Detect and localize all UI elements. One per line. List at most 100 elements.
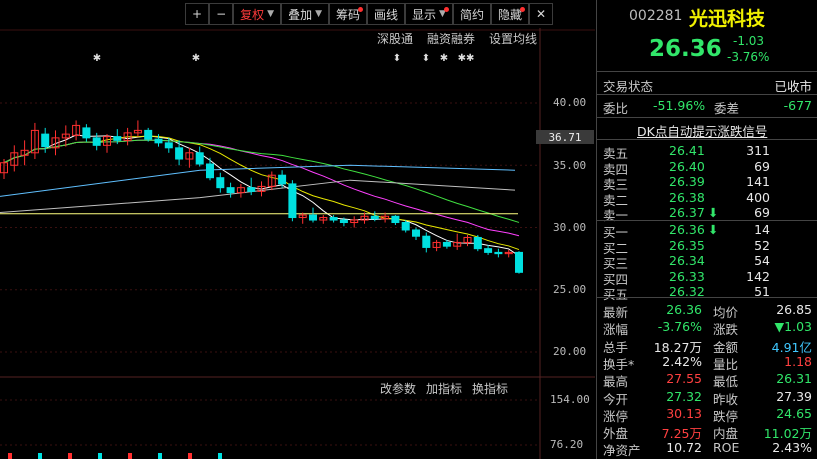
stat-label: 外盘: [603, 426, 629, 442]
order-book-row[interactable]: 卖三 26.39 141: [597, 174, 817, 192]
chart-link[interactable]: 融资融券: [427, 30, 475, 47]
chart-link[interactable]: 设置均线: [489, 30, 537, 47]
toolbar-button[interactable]: 画线: [367, 3, 406, 25]
toolbar-button[interactable]: 简约: [452, 3, 491, 25]
candle-body: [329, 217, 338, 221]
stat-value: -3.76%: [657, 319, 702, 335]
stat-row: 净资产 10.72 ROE 2.43%: [597, 440, 817, 459]
stat-label: 均价: [713, 305, 739, 320]
indicator-link[interactable]: 加指标: [426, 380, 462, 397]
candle-body: [473, 236, 482, 250]
last-price: 26.36: [649, 36, 722, 62]
stat-label: 净资产: [603, 443, 641, 459]
order-book-row[interactable]: 买五 26.32 51: [597, 284, 817, 302]
toolbar-button-label: 隐藏: [497, 7, 522, 22]
stat-label: 涨跌: [713, 322, 739, 338]
stat-value: ▼1.03: [774, 319, 812, 335]
stat-value: 26.36: [666, 302, 702, 317]
candle-body: [175, 147, 184, 160]
candle-body: [195, 152, 204, 165]
toolbar-button[interactable]: 叠加 ▼: [281, 3, 329, 25]
level-price: 26.41: [669, 143, 705, 158]
y-tick-label: 25.00: [553, 283, 587, 296]
volume-bar: [68, 453, 72, 459]
indicator-link[interactable]: 换指标: [472, 380, 508, 397]
toolbar-button[interactable]: 隐藏: [490, 3, 529, 25]
stat-value: 18.27万: [653, 339, 702, 355]
notification-dot-icon: [443, 7, 449, 12]
toolbar-button[interactable]: ✕: [529, 3, 554, 25]
candle-body: [442, 241, 451, 247]
stat-label: 跌停: [713, 408, 739, 424]
stat-value: 24.65: [776, 405, 812, 421]
order-book-row[interactable]: 买一 26.36 ⬇ 14: [597, 222, 817, 240]
stat-value: 10.72: [666, 440, 702, 456]
sub-y-tick-label: 154.00: [550, 393, 590, 406]
trade-status-value: 已收市: [774, 79, 812, 94]
indicator-link[interactable]: 改参数: [380, 380, 416, 397]
stat-row: 换手* 2.42% 量比 1.18: [597, 354, 817, 372]
order-book-row[interactable]: 卖四 26.40 69: [597, 158, 817, 177]
stat-label: 总手: [603, 339, 629, 355]
candle-body: [247, 187, 256, 192]
stat-value: 2.43%: [772, 440, 812, 456]
toolbar-button-label: 叠加: [288, 7, 313, 22]
divider: [597, 220, 817, 221]
toolbar-button[interactable]: 复权 ▼: [233, 3, 282, 25]
current-price-tag: 36.71: [536, 130, 594, 144]
stat-value: 4.91亿: [771, 339, 812, 355]
chart-link[interactable]: 深股通: [377, 30, 413, 47]
order-book-row[interactable]: 买三 26.34 54: [597, 253, 817, 271]
toolbar-button-label: +: [192, 7, 203, 21]
signal-marker-icon: ✱: [440, 53, 448, 64]
volume-bar: [218, 453, 222, 459]
candle-body: [82, 127, 91, 139]
y-tick-label: 30.00: [553, 221, 587, 234]
stat-label: 今开: [603, 391, 629, 407]
candle-body: [226, 187, 235, 194]
level-volume: 142: [746, 268, 770, 284]
level-volume: 54: [754, 253, 770, 268]
sub-indicator-links: 改参数 加指标 换指标: [380, 380, 508, 397]
level-price: 26.36: [669, 222, 705, 237]
notification-dot-icon: [520, 7, 525, 12]
down-arrow-icon: ⬇: [708, 205, 719, 220]
toolbar-button-label: ✕: [536, 7, 547, 21]
candle-body: [422, 235, 431, 248]
stat-row: 最高 27.55 最低 26.31: [597, 371, 817, 389]
signal-marker-icon: ✱: [93, 53, 101, 64]
order-book-row[interactable]: 买四 26.33 142: [597, 268, 817, 287]
level-volume: 69: [754, 158, 770, 174]
order-book-row[interactable]: 买二 26.35 52: [597, 237, 817, 256]
toolbar-button[interactable]: −: [209, 3, 234, 25]
level-price: 26.37: [669, 205, 705, 220]
candle-body: [391, 215, 400, 224]
y-tick-label: 35.00: [553, 159, 587, 172]
divider: [597, 71, 817, 72]
order-book-row[interactable]: 卖二 26.38 400: [597, 190, 817, 208]
toolbar-button[interactable]: +: [185, 3, 210, 25]
order-book-row[interactable]: 卖五 26.41 311: [597, 143, 817, 161]
candle-body: [144, 129, 153, 140]
candle-body: [484, 248, 493, 253]
level-price: 26.35: [669, 237, 705, 253]
price-change-pct: -3.76%: [727, 50, 770, 64]
toolbar-button[interactable]: 显示 ▼: [405, 3, 453, 25]
toolbar-button[interactable]: 筹码: [329, 3, 368, 25]
stat-row: 外盘 7.25万 内盘 11.02万: [597, 423, 817, 442]
candle-body: [92, 137, 101, 146]
stat-label: 内盘: [713, 426, 739, 442]
dk-signal-link[interactable]: DK点自动提示涨跌信号: [637, 121, 767, 140]
candle-body: [206, 163, 214, 179]
stat-value: 26.31: [776, 371, 812, 387]
y-tick-label: 40.00: [553, 96, 587, 109]
level-price: 26.39: [669, 174, 705, 189]
volume-bar: [158, 453, 162, 459]
stat-value: 7.25万: [661, 426, 702, 442]
stat-label: 金额: [713, 339, 739, 355]
candle-body: [309, 214, 317, 221]
stock-name[interactable]: 光迅科技: [689, 4, 765, 31]
level-price: 26.40: [669, 158, 705, 174]
signal-marker-icon: ⬍: [422, 53, 430, 64]
stat-value: 26.85: [776, 302, 812, 317]
